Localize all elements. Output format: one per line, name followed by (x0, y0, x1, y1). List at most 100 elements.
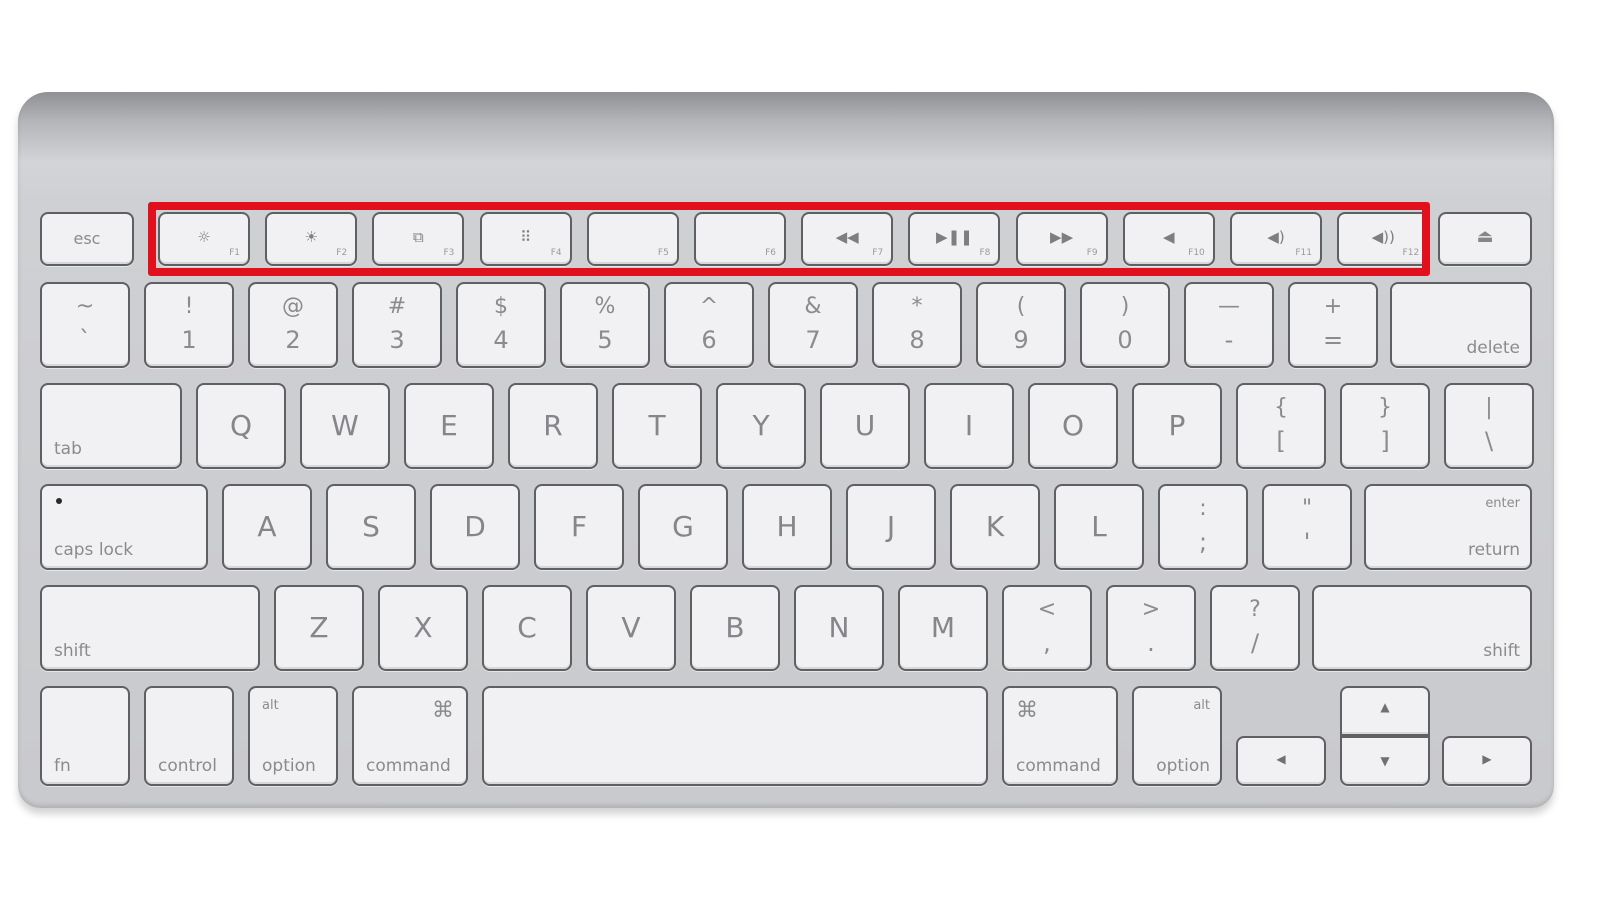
letter-key-n[interactable]: N (794, 585, 884, 671)
symbol-key[interactable]: {[ (1236, 383, 1326, 469)
arrow-up-icon: ▲ (1380, 700, 1390, 714)
space-bar[interactable] (482, 686, 988, 786)
number-row-key-10[interactable]: ) 0 (1080, 282, 1170, 368)
esc-key[interactable]: esc (40, 212, 134, 266)
fast-forward-icon: ▶▶ (1050, 228, 1074, 246)
brightness-down-icon: ☼ (197, 228, 211, 246)
function-key-number: F1 (229, 248, 240, 258)
return-key[interactable]: enter return (1364, 484, 1532, 570)
arrow-down-key[interactable]: ▼ (1340, 736, 1430, 786)
symbol-key[interactable]: <, (1002, 585, 1092, 671)
function-key-f1[interactable]: ☼ F1 (158, 212, 250, 266)
function-key-f3[interactable]: ⧉ F3 (372, 212, 465, 266)
caps-lock-key[interactable]: caps lock (40, 484, 208, 570)
control-key[interactable]: control (144, 686, 234, 786)
letter-key-x[interactable]: X (378, 585, 468, 671)
function-key-f8[interactable]: ▶❚❚ F8 (908, 212, 1001, 266)
letter-key-r[interactable]: R (508, 383, 598, 469)
number-row-key-0[interactable]: ~ ` (40, 282, 130, 368)
number-row-key-8[interactable]: * 8 (872, 282, 962, 368)
fn-key[interactable]: fn (40, 686, 130, 786)
key-shift-symbol: ( (1016, 294, 1026, 319)
right-option-key[interactable]: alt option (1132, 686, 1222, 786)
symbol-key[interactable]: | \ (1444, 383, 1534, 469)
letter-key-p[interactable]: P (1132, 383, 1222, 469)
letter-key-l[interactable]: L (1054, 484, 1144, 570)
key-primary-symbol: 5 (597, 326, 613, 354)
letter-key-s[interactable]: S (326, 484, 416, 570)
letter-key-v[interactable]: V (586, 585, 676, 671)
number-row-key-11[interactable]: — - (1184, 282, 1274, 368)
key-shift-symbol: * (911, 294, 923, 319)
function-key-f12[interactable]: ◀)) F12 (1337, 212, 1430, 266)
arrow-left-key[interactable]: ◀ (1236, 736, 1326, 786)
right-shift-key[interactable]: shift (1312, 585, 1532, 671)
letter-key-b[interactable]: B (690, 585, 780, 671)
left-command-key[interactable]: ⌘ command (352, 686, 468, 786)
key-shift-symbol: $ (494, 294, 508, 319)
function-key-f9[interactable]: ▶▶ F9 (1015, 212, 1108, 266)
function-key-f4[interactable]: ⠿ F4 (479, 212, 572, 266)
function-key-f6[interactable]: F6 (694, 212, 786, 266)
arrow-up-key[interactable]: ▲ (1340, 686, 1430, 736)
letter-label: O (1061, 409, 1085, 442)
eject-key[interactable]: ⏏ (1438, 212, 1532, 266)
letter-key-q[interactable]: Q (196, 383, 286, 469)
number-row-key-5[interactable]: % 5 (560, 282, 650, 368)
number-row-key-4[interactable]: $4 (456, 282, 546, 368)
fn-label: fn (54, 756, 71, 776)
number-row-key-9[interactable]: (9 (976, 282, 1066, 368)
letter-key-k[interactable]: K (950, 484, 1040, 570)
letter-key-m[interactable]: M (898, 585, 988, 671)
left-option-key[interactable]: alt option (248, 686, 338, 786)
letter-label: K (985, 510, 1005, 543)
letter-key-h[interactable]: H (742, 484, 832, 570)
letter-key-c[interactable]: C (482, 585, 572, 671)
number-row-key-12[interactable]: + = (1288, 282, 1378, 368)
letter-key-j[interactable]: J (846, 484, 936, 570)
function-key-f10[interactable]: ◀ F10 (1122, 212, 1215, 266)
mute-icon: ◀ (1163, 228, 1175, 246)
symbol-key[interactable]: ? / (1210, 585, 1300, 671)
key-primary-symbol: 8 (909, 326, 925, 354)
letter-key-f[interactable]: F (534, 484, 624, 570)
symbol-key[interactable]: :; (1158, 484, 1248, 570)
key-shift-symbol: ! (184, 294, 194, 319)
letter-key-i[interactable]: I (924, 383, 1014, 469)
function-key-f5[interactable]: F5 (586, 212, 679, 266)
function-key-f11[interactable]: ◀) F11 (1230, 212, 1322, 266)
rewind-icon: ◀◀ (835, 228, 859, 246)
letter-key-y[interactable]: Y (716, 383, 806, 469)
number-row-key-6[interactable]: ^ 6 (664, 282, 754, 368)
letter-key-z[interactable]: Z (274, 585, 364, 671)
delete-key[interactable]: delete (1390, 282, 1532, 368)
letter-key-t[interactable]: T (612, 383, 702, 469)
letter-key-e[interactable]: E (404, 383, 494, 469)
letter-key-d[interactable]: D (430, 484, 520, 570)
letter-label: D (464, 510, 486, 543)
right-command-key[interactable]: ⌘ command (1002, 686, 1118, 786)
letter-key-g[interactable]: G (638, 484, 728, 570)
symbol-key[interactable]: " ' (1262, 484, 1352, 570)
letter-key-w[interactable]: W (300, 383, 390, 469)
number-row-key-7[interactable]: & 7 (768, 282, 858, 368)
letter-key-u[interactable]: U (820, 383, 910, 469)
key-primary-symbol: . (1147, 629, 1155, 657)
symbol-key[interactable]: >. (1106, 585, 1196, 671)
letter-label: G (672, 510, 694, 543)
letter-key-o[interactable]: O (1028, 383, 1118, 469)
key-primary-symbol: 7 (805, 326, 821, 354)
number-row-key-1[interactable]: ! 1 (144, 282, 234, 368)
letter-key-a[interactable]: A (222, 484, 312, 570)
letter-label: N (828, 611, 850, 644)
function-key-f7[interactable]: ◀◀ F7 (801, 212, 894, 266)
arrow-right-key[interactable]: ▶ (1442, 736, 1532, 786)
shift-label: shift (54, 641, 91, 661)
number-row-key-3[interactable]: #3 (352, 282, 442, 368)
symbol-key[interactable]: }] (1340, 383, 1430, 469)
tab-key[interactable]: tab (40, 383, 182, 469)
left-shift-key[interactable]: shift (40, 585, 260, 671)
function-key-f2[interactable]: ☀ F2 (265, 212, 358, 266)
key-primary-symbol: = (1322, 326, 1344, 354)
number-row-key-2[interactable]: @2 (248, 282, 338, 368)
